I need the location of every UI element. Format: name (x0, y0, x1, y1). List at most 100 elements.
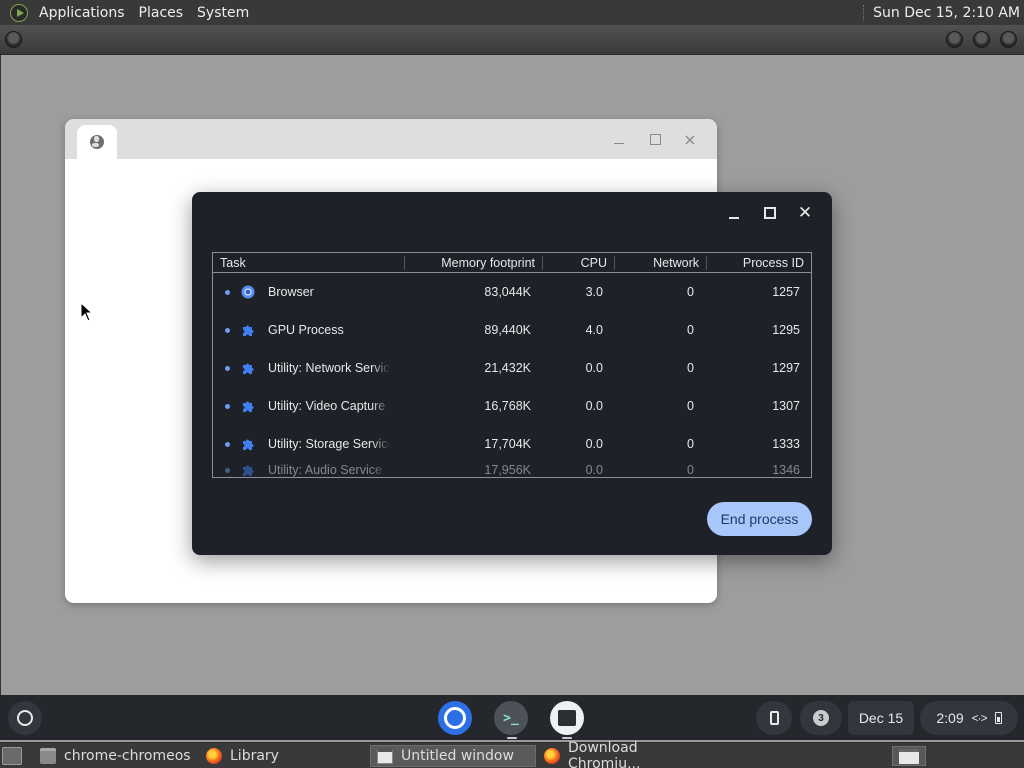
column-header-memory[interactable]: Memory footprint (404, 253, 542, 273)
notification-count-badge: 3 (813, 710, 829, 726)
status-time: 2:09 (936, 710, 964, 726)
task-manager-titlebar[interactable]: ✕ (192, 192, 832, 232)
bullet-icon (225, 365, 230, 371)
pid-cell: 1297 (772, 361, 800, 375)
table-row[interactable]: Utility: Storage Service 17,704K 0.0 0 1333 (213, 425, 811, 463)
process-table: Task Memory footprint CPU Network Proces… (212, 252, 812, 478)
terminal-app-icon[interactable]: >_ (494, 701, 528, 735)
cpu-cell: 4.0 (585, 323, 603, 337)
globe-icon (90, 135, 104, 149)
pid-cell: 1333 (772, 437, 800, 451)
menu-applications[interactable]: Applications (32, 5, 132, 21)
host-minimize-icon[interactable] (946, 31, 963, 48)
table-row[interactable]: GPU Process 89,440K 4.0 0 1295 (213, 311, 811, 349)
task-name: Browser (268, 285, 314, 299)
puzzle-icon (241, 463, 255, 477)
task-manager-running-indicator (562, 737, 572, 739)
network-cell: 0 (687, 463, 694, 477)
launcher-button[interactable] (8, 701, 42, 735)
browser-maximize-button[interactable] (637, 119, 673, 159)
cpu-cell: 0.0 (585, 399, 603, 413)
table-header: Task Memory footprint CPU Network Proces… (213, 253, 811, 273)
table-body: Browser 83,044K 3.0 0 1257 GPU Process 89,440K… (213, 273, 811, 477)
firefox-icon (206, 748, 222, 764)
network-cell: 0 (687, 285, 694, 299)
terminal-running-indicator (507, 737, 517, 739)
memory-cell: 17,956K (484, 463, 531, 477)
tm-close-button[interactable]: ✕ (790, 200, 820, 226)
task-name: Utility: Network Service (268, 361, 390, 375)
date-tray[interactable]: Dec 15 (848, 701, 914, 735)
chrome-icon (241, 285, 255, 299)
pid-cell: 1307 (772, 399, 800, 413)
host-close-icon[interactable] (1000, 31, 1017, 48)
pid-cell: 1257 (772, 285, 800, 299)
panel-clock[interactable]: Sun Dec 15, 2:10 AM (873, 5, 1020, 21)
cpu-cell: 3.0 (585, 285, 603, 299)
browser-minimize-button[interactable] (601, 119, 637, 159)
task-cell: GPU Process (213, 323, 404, 337)
task-name: Utility: Storage Service (268, 437, 390, 451)
status-area[interactable]: 2:09 <·> (920, 701, 1018, 735)
menu-places[interactable]: Places (132, 5, 191, 21)
window-menu-icon[interactable] (5, 31, 22, 48)
end-process-button[interactable]: End process (707, 502, 812, 536)
task-name: Utility: Audio Service (268, 463, 382, 477)
host-window-titlebar[interactable] (0, 25, 1024, 55)
memory-cell: 21,432K (484, 361, 531, 375)
table-row[interactable]: Utility: Audio Service 17,956K 0.0 0 1346 (213, 463, 811, 477)
network-cell: 0 (687, 323, 694, 337)
distro-logo-icon[interactable] (10, 3, 28, 22)
taskbar-item-library[interactable]: Library (200, 745, 366, 767)
bullet-icon (225, 441, 230, 447)
browser-close-button[interactable]: × (672, 119, 708, 159)
bullet-icon (225, 403, 230, 409)
task-manager-app-icon[interactable] (550, 701, 584, 735)
bullet-icon (225, 467, 230, 473)
folder-icon (40, 748, 56, 764)
table-row[interactable]: Utility: Video Capture 16,768K 0.0 0 1307 (213, 387, 811, 425)
column-header-pid[interactable]: Process ID (706, 253, 811, 273)
task-name: GPU Process (268, 323, 344, 337)
mouse-cursor-icon (80, 302, 94, 322)
chrome-app-icon[interactable] (438, 701, 472, 735)
browser-tab[interactable] (77, 125, 117, 159)
memory-cell: 83,044K (484, 285, 531, 299)
menu-system[interactable]: System (190, 5, 256, 21)
task-cell: Utility: Network Service (213, 361, 404, 375)
cpu-cell: 0.0 (585, 463, 603, 477)
tm-minimize-button[interactable] (719, 200, 749, 226)
bottom-panel: chrome-chromeos Library Untitled window … (0, 740, 1024, 768)
taskbar-item-files[interactable]: chrome-chromeos (34, 745, 196, 767)
bullet-icon (225, 289, 230, 295)
task-cell: Utility: Audio Service (213, 463, 404, 477)
network-cell: 0 (687, 437, 694, 451)
phone-hub-button[interactable] (756, 701, 792, 735)
notification-button[interactable]: 3 (800, 701, 842, 735)
table-row[interactable]: Browser 83,044K 3.0 0 1257 (213, 273, 811, 311)
cpu-cell: 0.0 (585, 437, 603, 451)
taskbar-item-untitled[interactable]: Untitled window (370, 745, 536, 767)
taskbar-item-label: Download Chromiu... (568, 740, 641, 768)
column-header-task[interactable]: Task (213, 253, 404, 273)
host-maximize-icon[interactable] (973, 31, 990, 48)
taskbar-item-label: chrome-chromeos (64, 748, 191, 764)
taskbar-item-label: Untitled window (401, 748, 514, 764)
workspace-switcher[interactable] (892, 746, 926, 766)
memory-cell: 17,704K (484, 437, 531, 451)
column-header-cpu[interactable]: CPU (542, 253, 614, 273)
network-icon: <·> (971, 711, 988, 725)
taskbar-item-label: Library (230, 748, 279, 764)
column-header-network[interactable]: Network (614, 253, 706, 273)
network-cell: 0 (687, 361, 694, 375)
firefox-icon (544, 748, 560, 764)
shelf: >_ 3 Dec 15 2:09 <·> (0, 695, 1024, 740)
pid-cell: 1346 (772, 463, 800, 477)
show-desktop-icon[interactable] (2, 747, 22, 765)
tm-maximize-button[interactable] (755, 200, 785, 226)
window-icon (377, 748, 393, 764)
task-cell: Utility: Storage Service (213, 437, 404, 451)
puzzle-icon (241, 437, 255, 451)
table-row[interactable]: Utility: Network Service 21,432K 0.0 0 1297 (213, 349, 811, 387)
taskbar-item-download[interactable]: Download Chromiu... (538, 740, 704, 768)
